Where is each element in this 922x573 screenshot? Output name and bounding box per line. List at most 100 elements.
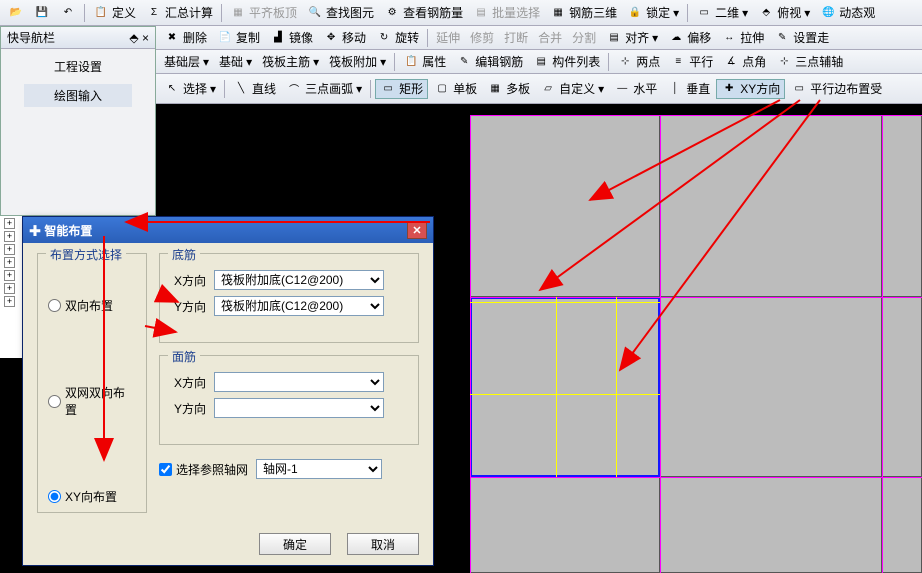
sumcalc-button[interactable]: Σ汇总计算 <box>142 3 217 23</box>
radio-xy[interactable]: XY向布置 <box>46 485 138 508</box>
radio-dualdir[interactable]: 双向布置 <box>46 294 138 317</box>
xdir-label: X方向 <box>168 272 206 289</box>
dialog-icon: ✚ <box>29 224 41 238</box>
twod-label: 二维 <box>715 4 739 21</box>
nav-close-icon[interactable]: × <box>142 31 149 45</box>
editrebar-button[interactable]: ✎编辑钢筋 <box>452 52 527 72</box>
rotate-button[interactable]: ↻旋转 <box>372 28 423 48</box>
horiz-button[interactable]: —水平 <box>610 79 661 99</box>
ydir-label: Y方向 <box>168 298 206 315</box>
bottom-x-select[interactable]: 筏板附加底(C12@200) <box>214 270 384 290</box>
tree-expand-icon[interactable]: + <box>4 244 15 255</box>
top-x-select[interactable] <box>214 372 384 392</box>
break-label: 打断 <box>504 29 528 46</box>
offset-label: 偏移 <box>687 29 711 46</box>
align-button[interactable]: ▤对齐▾ <box>602 28 662 48</box>
tree-expand-icon[interactable]: + <box>4 270 15 281</box>
rect-label: 矩形 <box>399 80 423 97</box>
close-icon[interactable]: ✕ <box>407 221 427 239</box>
single-button[interactable]: ▢单板 <box>430 79 481 99</box>
aligntop-label: 平齐板顶 <box>249 4 297 21</box>
twod-button[interactable]: ▭二维▾ <box>692 3 752 23</box>
lock-button[interactable]: 🔒锁定▾ <box>623 3 683 23</box>
xydir-button[interactable]: ✚XY方向 <box>716 79 785 99</box>
multi-label: 多板 <box>506 80 530 97</box>
merge-label: 合并 <box>538 29 562 46</box>
dynobs-button[interactable]: 🌐动态观 <box>816 3 879 23</box>
extend-button[interactable]: 延伸 <box>432 28 464 48</box>
setpos-button[interactable]: ✎设置走 <box>770 28 833 48</box>
vert-button[interactable]: │垂直 <box>663 79 714 99</box>
rebar3d-label: 钢筋三维 <box>569 4 617 21</box>
delete-button[interactable]: ✖删除 <box>160 28 211 48</box>
raftmain-select[interactable]: 筏板主筋▾ <box>258 52 323 72</box>
open-icon[interactable]: 📂 <box>4 3 28 23</box>
threeaux-label: 三点辅轴 <box>795 53 843 70</box>
ptangle-button[interactable]: ∡点角 <box>719 52 770 72</box>
save-icon[interactable]: 💾 <box>30 3 54 23</box>
custom-label: 自定义 <box>559 80 595 97</box>
tab-draw-input[interactable]: 绘图输入 <box>24 84 132 107</box>
move-button[interactable]: ✥移动 <box>319 28 370 48</box>
props-button[interactable]: 📋属性 <box>399 52 450 72</box>
select-button[interactable]: ↖选择▾ <box>160 79 220 99</box>
vert-label: 垂直 <box>686 80 710 97</box>
persp-button[interactable]: ⬘俯视▾ <box>754 3 814 23</box>
refgrid-checkbox[interactable]: 选择参照轴网 <box>159 461 248 478</box>
twopoint-button[interactable]: ⊹两点 <box>613 52 664 72</box>
undo-icon[interactable]: ↶ <box>56 3 80 23</box>
mirror-button[interactable]: ▟镜像 <box>266 28 317 48</box>
arc3pt-button[interactable]: ⌒三点画弧▾ <box>282 79 366 99</box>
viewrebar-button[interactable]: ⚙查看钢筋量 <box>380 3 467 23</box>
findelem-label: 查找图元 <box>326 4 374 21</box>
copy-button[interactable]: 📄复制 <box>213 28 264 48</box>
custom-button[interactable]: ▱自定义▾ <box>536 79 608 99</box>
break-button[interactable]: 打断 <box>500 28 532 48</box>
tree-expand-icon[interactable]: + <box>4 257 15 268</box>
threeaux-button[interactable]: ⊹三点辅轴 <box>772 52 847 72</box>
define-button[interactable]: 📋定义 <box>89 3 140 23</box>
aligntop-button[interactable]: ▦平齐板顶 <box>226 3 301 23</box>
method-legend: 布置方式选择 <box>46 246 126 263</box>
elemlist-button[interactable]: ▤构件列表 <box>529 52 604 72</box>
pin-icon[interactable]: ⬘ <box>129 31 138 45</box>
lock-label: 锁定 <box>646 4 670 21</box>
multi-button[interactable]: ▦多板 <box>483 79 534 99</box>
fix-label: 修剪 <box>470 29 494 46</box>
split-button[interactable]: 分割 <box>568 28 600 48</box>
refgrid-select[interactable]: 轴网-1 <box>256 459 382 479</box>
tab-project-settings[interactable]: 工程设置 <box>24 55 132 78</box>
dialog-titlebar[interactable]: ✚ 智能布置 ✕ <box>23 217 433 243</box>
tree-expand-icon[interactable]: + <box>4 218 15 229</box>
tree-expand-icon[interactable]: + <box>4 283 15 294</box>
tree-expand-icon[interactable]: + <box>4 296 15 307</box>
rect-button[interactable]: ▭矩形 <box>375 79 428 99</box>
rebar3d-button[interactable]: ▦钢筋三维 <box>546 3 621 23</box>
fix-button[interactable]: 修剪 <box>466 28 498 48</box>
horiz-label: 水平 <box>633 80 657 97</box>
radio-dualdir-label: 双向布置 <box>65 297 113 314</box>
radio-dualnet-label: 双网双向布置 <box>65 384 136 418</box>
editrebar-label: 编辑钢筋 <box>475 53 523 70</box>
bottom-y-select[interactable]: 筏板附加底(C12@200) <box>214 296 384 316</box>
baselayer-label: 基础层 <box>164 53 200 70</box>
radio-dualnet[interactable]: 双网双向布置 <box>46 381 138 421</box>
raftadd-select[interactable]: 筏板附加▾ <box>325 52 390 72</box>
base-select[interactable]: 基础▾ <box>215 52 256 72</box>
ok-button[interactable]: 确定 <box>259 533 331 555</box>
align-label: 对齐 <box>625 29 649 46</box>
ydir-label2: Y方向 <box>168 400 206 417</box>
stretch-button[interactable]: ↔拉伸 <box>717 28 768 48</box>
line-button[interactable]: ╲直线 <box>229 79 280 99</box>
offset-button[interactable]: ☁偏移 <box>664 28 715 48</box>
top-legend: 面筋 <box>168 348 200 365</box>
baselayer-select[interactable]: 基础层▾ <box>160 52 213 72</box>
paredge-button[interactable]: ▭平行边布置受 <box>787 79 886 99</box>
findelem-button[interactable]: 🔍查找图元 <box>303 3 378 23</box>
top-y-select[interactable] <box>214 398 384 418</box>
tree-expand-icon[interactable]: + <box>4 231 15 242</box>
parallel-button[interactable]: ≡平行 <box>666 52 717 72</box>
batchsel-button[interactable]: ▤批量选择 <box>469 3 544 23</box>
cancel-button[interactable]: 取消 <box>347 533 419 555</box>
merge-button[interactable]: 合并 <box>534 28 566 48</box>
